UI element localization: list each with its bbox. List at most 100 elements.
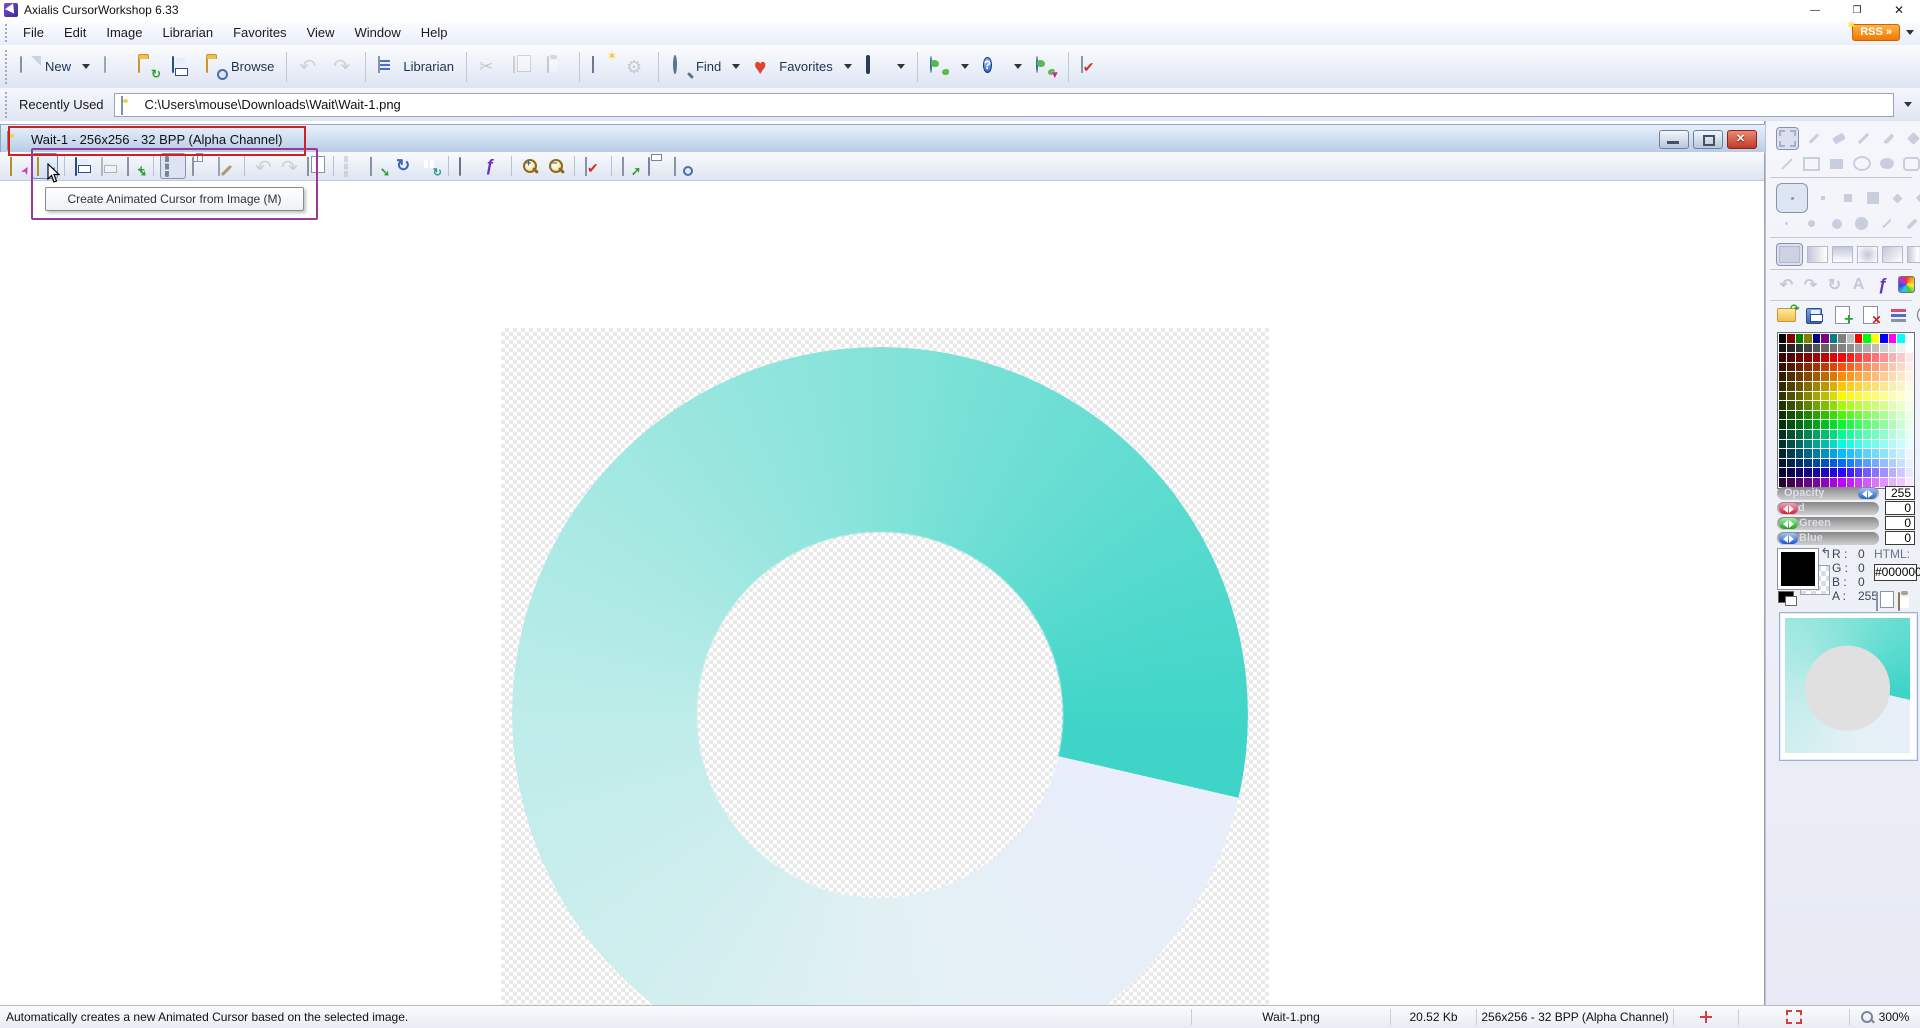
open-button[interactable] <box>131 53 165 81</box>
palette-color-cell[interactable] <box>1880 334 1887 343</box>
palette-color-cell[interactable] <box>1830 363 1837 372</box>
palette-color-cell[interactable] <box>1872 392 1879 401</box>
palette-color-cell[interactable] <box>1863 392 1870 401</box>
brush-size-8[interactable] <box>1826 213 1847 234</box>
rss-dropdown-arrow[interactable] <box>1906 30 1914 39</box>
palette-color-cell[interactable] <box>1804 449 1811 458</box>
palette-delete-button[interactable] <box>1860 305 1880 325</box>
palette-color-cell[interactable] <box>1787 478 1794 487</box>
palette-color-cell[interactable] <box>1880 468 1887 477</box>
palette-color-cell[interactable] <box>1813 372 1820 381</box>
palette-color-cell[interactable] <box>1847 449 1854 458</box>
palette-color-cell[interactable] <box>1804 440 1811 449</box>
palette-color-cell[interactable] <box>1889 334 1896 343</box>
recent-path-combobox[interactable]: C:\Users\mouse\Downloads\Wait\Wait-1.png <box>114 93 1894 117</box>
brush-size-6[interactable] <box>1776 213 1797 234</box>
save-button[interactable] <box>165 53 199 81</box>
tool-eraser[interactable] <box>1828 128 1849 149</box>
favorites-dropdown-arrow[interactable] <box>844 64 852 73</box>
palette-color-cell[interactable] <box>1787 411 1794 420</box>
palette-color-cell[interactable] <box>1821 363 1828 372</box>
palette-color-cell[interactable] <box>1821 392 1828 401</box>
palette-color-cell[interactable] <box>1863 478 1870 487</box>
rotate-button[interactable] <box>392 154 416 178</box>
palette-color-cell[interactable] <box>1779 334 1786 343</box>
palette-color-cell[interactable] <box>1863 363 1870 372</box>
tool-fill[interactable] <box>1903 128 1920 149</box>
palette-color-cell[interactable] <box>1813 382 1820 391</box>
palette-color-cell[interactable] <box>1880 420 1887 429</box>
palette-color-cell[interactable] <box>1906 372 1913 381</box>
palette-color-cell[interactable] <box>1787 468 1794 477</box>
opacity-value-box[interactable]: 255 <box>1885 486 1915 500</box>
fill-style-gradient-h[interactable] <box>1807 244 1828 265</box>
palette-color-cell[interactable] <box>1787 401 1794 410</box>
blue-slider-thumb[interactable] <box>1779 533 1798 544</box>
palette-color-cell[interactable] <box>1779 363 1786 372</box>
palette-color-cell[interactable] <box>1804 334 1811 343</box>
palette-color-cell[interactable] <box>1855 372 1862 381</box>
palette-color-cell[interactable] <box>1847 478 1854 487</box>
palette-color-cell[interactable] <box>1796 382 1803 391</box>
palette-color-cell[interactable] <box>1889 353 1896 362</box>
palette-color-cell[interactable] <box>1906 382 1913 391</box>
palette-color-cell[interactable] <box>1796 401 1803 410</box>
palette-color-cell[interactable] <box>1813 401 1820 410</box>
palette-color-cell[interactable] <box>1897 459 1904 468</box>
palette-color-cell[interactable] <box>1872 440 1879 449</box>
palette-color-cell[interactable] <box>1830 411 1837 420</box>
palette-color-cell[interactable] <box>1872 334 1879 343</box>
print-button[interactable] <box>644 154 668 178</box>
tool-filled-ellipse[interactable] <box>1876 153 1897 174</box>
palette-color-cell[interactable] <box>1813 459 1820 468</box>
palette-color-cell[interactable] <box>1838 468 1845 477</box>
palette-color-cell[interactable] <box>1821 411 1828 420</box>
palette-color-cell[interactable] <box>1804 344 1811 353</box>
palette-color-cell[interactable] <box>1838 401 1845 410</box>
palette-color-cell[interactable] <box>1847 440 1854 449</box>
zoom-in-button[interactable]: + <box>518 154 542 178</box>
red-slider[interactable]: Red <box>1777 502 1879 515</box>
palette-color-cell[interactable] <box>1889 459 1896 468</box>
palette-color-cell[interactable] <box>1897 344 1904 353</box>
palette-color-cell[interactable] <box>1855 382 1862 391</box>
palette-color-cell[interactable] <box>1779 401 1786 410</box>
brush-size-1[interactable] <box>1812 188 1833 209</box>
brush-size-10[interactable] <box>1876 213 1897 234</box>
palette-color-cell[interactable] <box>1813 449 1820 458</box>
html-color-input[interactable]: #000000 <box>1874 564 1917 581</box>
palette-color-cell[interactable] <box>1906 392 1913 401</box>
menu-item-image[interactable]: Image <box>96 22 152 43</box>
palette-color-cell[interactable] <box>1906 420 1913 429</box>
palette-color-cell[interactable] <box>1779 392 1786 401</box>
palette-color-cell[interactable] <box>1847 353 1854 362</box>
palette-open-button[interactable] <box>1776 305 1796 325</box>
palette-color-cell[interactable] <box>1855 363 1862 372</box>
palette-color-cell[interactable] <box>1838 382 1845 391</box>
red-value-box[interactable]: 0 <box>1885 501 1915 515</box>
palette-color-cell[interactable] <box>1804 430 1811 439</box>
palette-color-cell[interactable] <box>1872 459 1879 468</box>
rss-button[interactable]: RSS <box>1852 24 1900 41</box>
palette-color-cell[interactable] <box>1889 372 1896 381</box>
palette-color-cell[interactable] <box>1813 411 1820 420</box>
palette-color-cell[interactable] <box>1906 440 1913 449</box>
palette-color-cell[interactable] <box>1804 420 1811 429</box>
palette-color-cell[interactable] <box>1804 372 1811 381</box>
palette-color-cell[interactable] <box>1796 430 1803 439</box>
palette-color-cell[interactable] <box>1855 411 1862 420</box>
image-canvas[interactable] <box>0 181 1764 1005</box>
palette-color-cell[interactable] <box>1796 363 1803 372</box>
palette-color-cell[interactable] <box>1830 449 1837 458</box>
palette-color-cell[interactable] <box>1906 430 1913 439</box>
palette-color-cell[interactable] <box>1897 440 1904 449</box>
palette-color-cell[interactable] <box>1779 344 1786 353</box>
palette-color-cell[interactable] <box>1813 353 1820 362</box>
palette-color-cell[interactable] <box>1830 353 1837 362</box>
palette-color-cell[interactable] <box>1863 401 1870 410</box>
palette-color-cell[interactable] <box>1830 430 1837 439</box>
panel-palette-button[interactable] <box>1896 274 1917 295</box>
test-cursor-button[interactable] <box>581 154 605 178</box>
new-button[interactable]: New <box>13 53 97 81</box>
palette-color-cell[interactable] <box>1813 334 1820 343</box>
